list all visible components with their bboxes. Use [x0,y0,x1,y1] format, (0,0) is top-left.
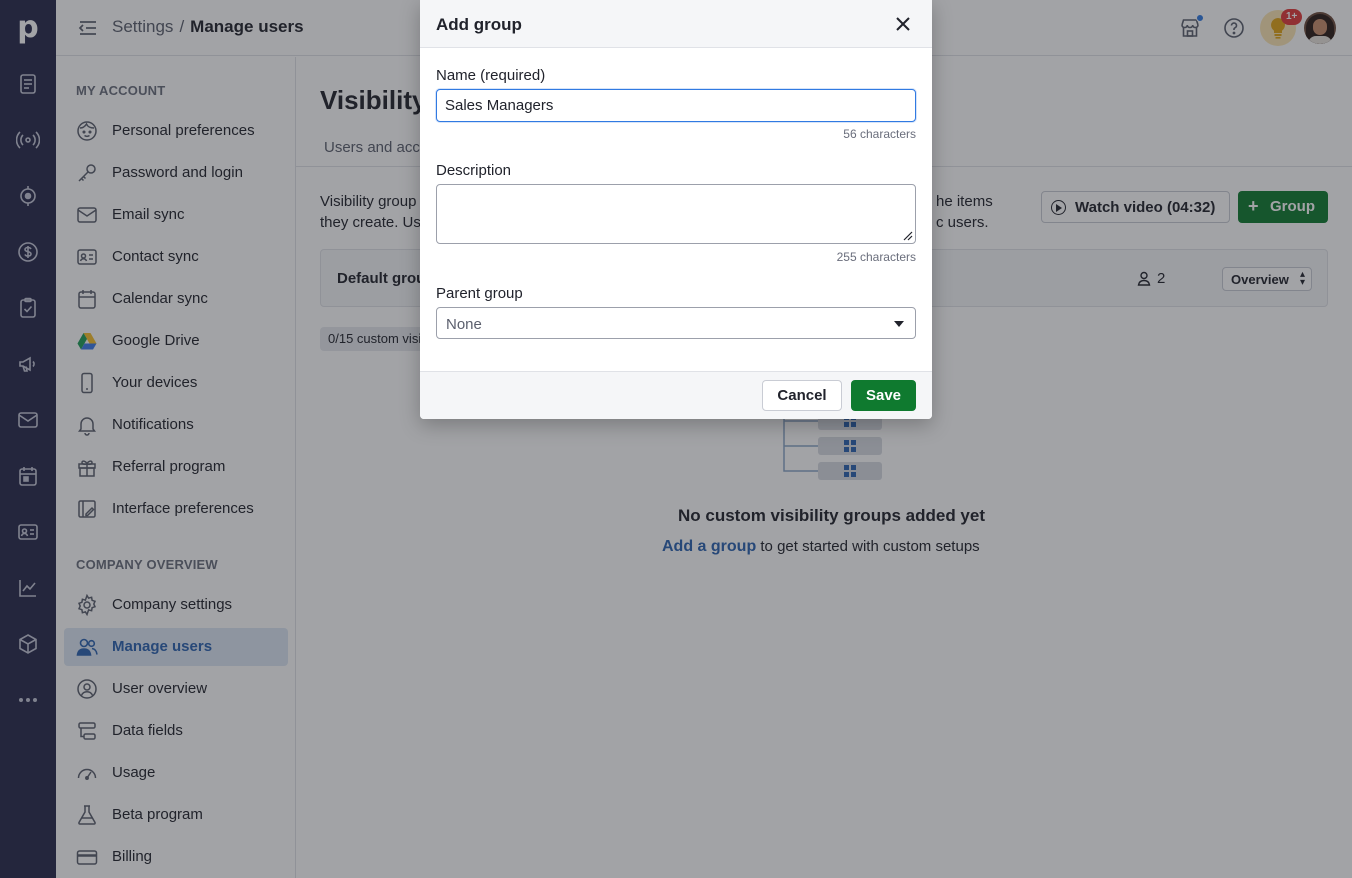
caret-down-icon [894,321,904,327]
description-char-count: 255 characters [836,250,916,264]
add-group-modal: Add group Name (required) 56 characters … [420,0,932,419]
save-button[interactable]: Save [851,380,916,411]
name-label: Name (required) [436,67,546,84]
modal-header: Add group [420,0,932,48]
description-label: Description [436,162,512,179]
description-textarea[interactable] [436,184,916,244]
parent-group-label: Parent group [436,285,523,302]
close-icon[interactable] [892,13,914,35]
group-name-input[interactable] [436,89,916,122]
resize-handle-icon[interactable] [901,229,913,241]
cancel-button[interactable]: Cancel [762,380,842,411]
parent-group-select[interactable]: None [436,307,916,339]
modal-title: Add group [436,15,522,34]
modal-footer: Cancel Save [420,371,932,419]
name-char-count: 56 characters [843,127,916,141]
